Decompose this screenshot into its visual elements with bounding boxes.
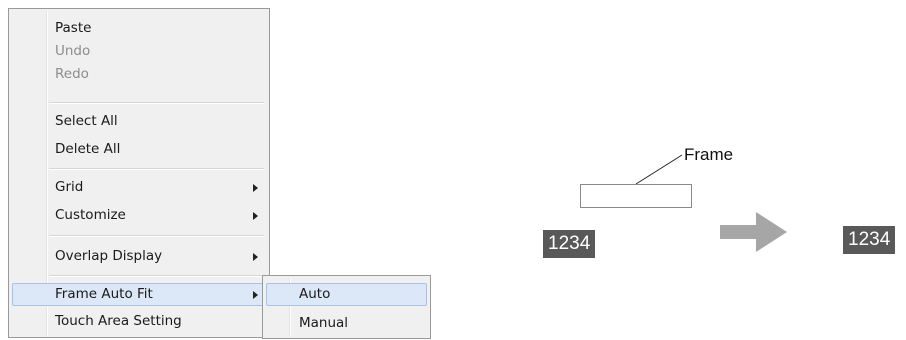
- frame-label: Frame: [684, 145, 734, 164]
- frame-box: [580, 184, 692, 208]
- frame-leader-line: [635, 154, 683, 185]
- right-arrow-icon: [720, 212, 787, 252]
- value-box-before: 1234: [543, 230, 596, 258]
- illustration-graphics: [635, 154, 787, 252]
- value-box-after: 1234: [843, 226, 896, 254]
